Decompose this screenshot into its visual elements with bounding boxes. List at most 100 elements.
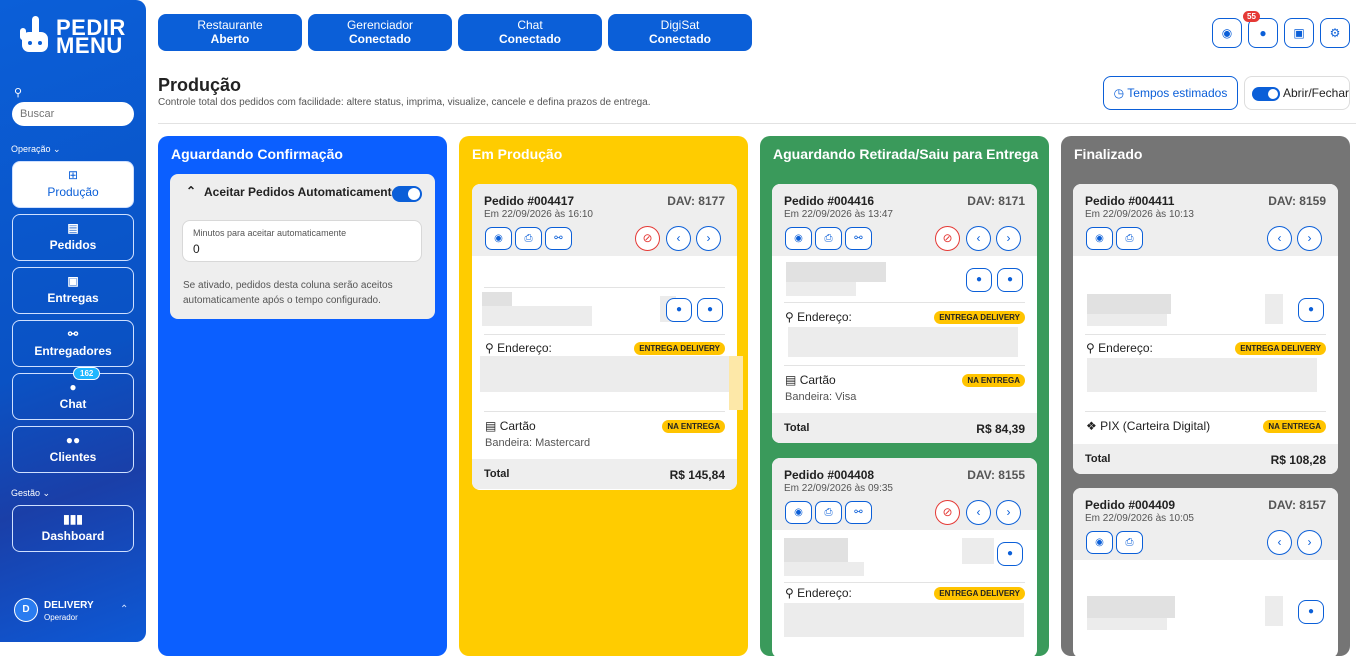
total-value: R$ 84,39: [976, 422, 1025, 436]
divider: [1085, 411, 1326, 412]
order-card-004408[interactable]: Pedido #004408 DAV: 8155 Em 22/09/2026 à…: [772, 458, 1037, 656]
map-pin-icon: ⚲: [485, 341, 494, 355]
sidebar-item-label: Produção: [47, 185, 99, 199]
customer-button[interactable]: ●: [666, 298, 692, 322]
chat-button[interactable]: ●: [997, 268, 1023, 292]
chat-button[interactable]: ●: [1298, 298, 1324, 322]
customer-button[interactable]: ●: [966, 268, 992, 292]
order-id: Pedido #004408: [784, 468, 875, 482]
deliver-order-button[interactable]: ⚯: [545, 227, 572, 250]
move-left-button[interactable]: ‹: [966, 226, 991, 251]
sidebar-item-clientes[interactable]: ●● Clientes: [12, 426, 134, 473]
divider: [484, 287, 725, 288]
status-digisat[interactable]: DigiSat Conectado: [608, 14, 752, 51]
order-total-row: Total R$ 108,28: [1073, 444, 1338, 474]
sidebar-item-label: Clientes: [49, 450, 97, 464]
sidebar-item-pedidos[interactable]: ▤ Pedidos: [12, 214, 134, 261]
chat-icon: ●: [706, 304, 714, 315]
order-card-004409[interactable]: Pedido #004409 DAV: 8157 Em 22/09/2026 à…: [1073, 488, 1338, 656]
address-label: ⚲ Endereço:: [785, 310, 852, 324]
deliver-order-button[interactable]: ⚯: [845, 501, 872, 524]
cancel-order-button[interactable]: ⊘: [935, 226, 960, 251]
address-label: ⚲ Endereço:: [785, 586, 852, 600]
order-card-004417[interactable]: Pedido #004417 DAV: 8177 Em 22/09/2026 à…: [472, 184, 737, 490]
redacted: [962, 538, 994, 564]
order-date: Em 22/09/2026 às 16:10: [484, 209, 593, 220]
move-left-button[interactable]: ‹: [1267, 226, 1292, 251]
order-id: Pedido #004417: [484, 194, 575, 208]
order-card-004411[interactable]: Pedido #004411 DAV: 8159 Em 22/09/2026 à…: [1073, 184, 1338, 474]
sidebar-item-entregadores[interactable]: ⚯ Entregadores: [12, 320, 134, 367]
print-order-button[interactable]: ⎙: [1116, 227, 1143, 250]
move-left-button[interactable]: ‹: [666, 226, 691, 251]
alerts-button[interactable]: ●: [1248, 18, 1278, 48]
print-order-button[interactable]: ⎙: [815, 501, 842, 524]
section-operacao[interactable]: Operação ⌄: [11, 144, 61, 155]
abrir-fechar-toggle[interactable]: Abrir/Fechar: [1244, 76, 1350, 110]
sidebar-item-dashboard[interactable]: ▮▮▮ Dashboard: [12, 505, 134, 552]
grid-icon: ⊞: [67, 168, 79, 182]
order-total-row: Total R$ 84,39: [772, 413, 1037, 443]
address-redacted: [784, 603, 1024, 637]
view-order-button[interactable]: ◉: [1086, 531, 1113, 554]
field-value[interactable]: 0: [193, 242, 200, 256]
auto-accept-title: Aceitar Pedidos Automaticamente: [204, 185, 399, 199]
chat-icon: ●: [1307, 304, 1315, 315]
tempos-estimados-button[interactable]: ◷ Tempos estimados: [1103, 76, 1238, 110]
chevron-up-icon[interactable]: ⌃: [120, 604, 128, 615]
auto-accept-minutes-field[interactable]: Minutos para aceitar automaticamente 0: [182, 220, 422, 262]
chevron-right-icon: ›: [1006, 505, 1011, 519]
status-restaurante[interactable]: Restaurante Aberto: [158, 14, 302, 51]
chat-button[interactable]: ●: [1298, 600, 1324, 624]
view-order-button[interactable]: ◉: [1086, 227, 1113, 250]
print-order-button[interactable]: ⎙: [515, 227, 542, 250]
cancel-order-button[interactable]: ⊘: [935, 500, 960, 525]
book-button[interactable]: ▣: [1284, 18, 1314, 48]
view-order-button[interactable]: ◉: [485, 227, 512, 250]
order-card-004416[interactable]: Pedido #004416 DAV: 8171 Em 22/09/2026 à…: [772, 184, 1037, 443]
move-right-button[interactable]: ›: [696, 226, 721, 251]
print-order-button[interactable]: ⎙: [815, 227, 842, 250]
tempos-label: Tempos estimados: [1127, 86, 1228, 100]
motorcycle-icon: ⚯: [554, 233, 563, 244]
status-state: Conectado: [498, 32, 561, 46]
move-right-button[interactable]: ›: [1297, 530, 1322, 555]
map-pin-icon: ⚲: [1086, 341, 1095, 355]
move-left-button[interactable]: ‹: [1267, 530, 1292, 555]
sidebar-item-chat[interactable]: 162 ● Chat: [12, 367, 134, 420]
view-button[interactable]: ◉: [1212, 18, 1242, 48]
sidebar-item-entregas[interactable]: ▣ Entregas: [12, 267, 134, 314]
move-right-button[interactable]: ›: [996, 500, 1021, 525]
settings-button[interactable]: ⚙: [1320, 18, 1350, 48]
view-order-button[interactable]: ◉: [785, 501, 812, 524]
chat-button[interactable]: ●: [997, 542, 1023, 566]
chat-icon: ●: [69, 380, 77, 394]
move-right-button[interactable]: ›: [996, 226, 1021, 251]
redacted: [784, 562, 864, 576]
pedir-menu-logo[interactable]: PEDIR MENU: [18, 14, 130, 58]
pix-icon: ❖: [1086, 419, 1097, 433]
sidebar-item-producao[interactable]: ⊞ Produção: [12, 161, 134, 208]
column-em-producao: Em Produção Pedido #004417 DAV: 8177 Em …: [459, 136, 748, 656]
address-label: ⚲ Endereço:: [1086, 341, 1153, 355]
print-order-button[interactable]: ⎙: [1116, 531, 1143, 554]
chat-button[interactable]: ●: [697, 298, 723, 322]
section-gestao[interactable]: Gestão ⌄: [11, 488, 50, 499]
deliver-order-button[interactable]: ⚯: [845, 227, 872, 250]
status-gerenciador[interactable]: Gerenciador Conectado: [308, 14, 452, 51]
search-icon: ⚲: [14, 87, 23, 99]
view-order-button[interactable]: ◉: [785, 227, 812, 250]
move-right-button[interactable]: ›: [1297, 226, 1322, 251]
status-chat[interactable]: Chat Conectado: [458, 14, 602, 51]
status-state: Conectado: [648, 32, 711, 46]
auto-accept-toggle[interactable]: [392, 186, 422, 202]
order-date: Em 22/09/2026 às 13:47: [784, 209, 893, 220]
order-dav: DAV: 8159: [1268, 194, 1326, 208]
cancel-order-button[interactable]: ⊘: [635, 226, 660, 251]
move-left-button[interactable]: ‹: [966, 500, 991, 525]
logo-text-bottom: MENU: [56, 33, 123, 58]
search-input[interactable]: [12, 102, 134, 126]
toggle-switch[interactable]: [1252, 87, 1280, 101]
redacted: [1265, 596, 1283, 626]
column-title: Aguardando Retirada/Saiu para Entrega: [773, 146, 1039, 162]
